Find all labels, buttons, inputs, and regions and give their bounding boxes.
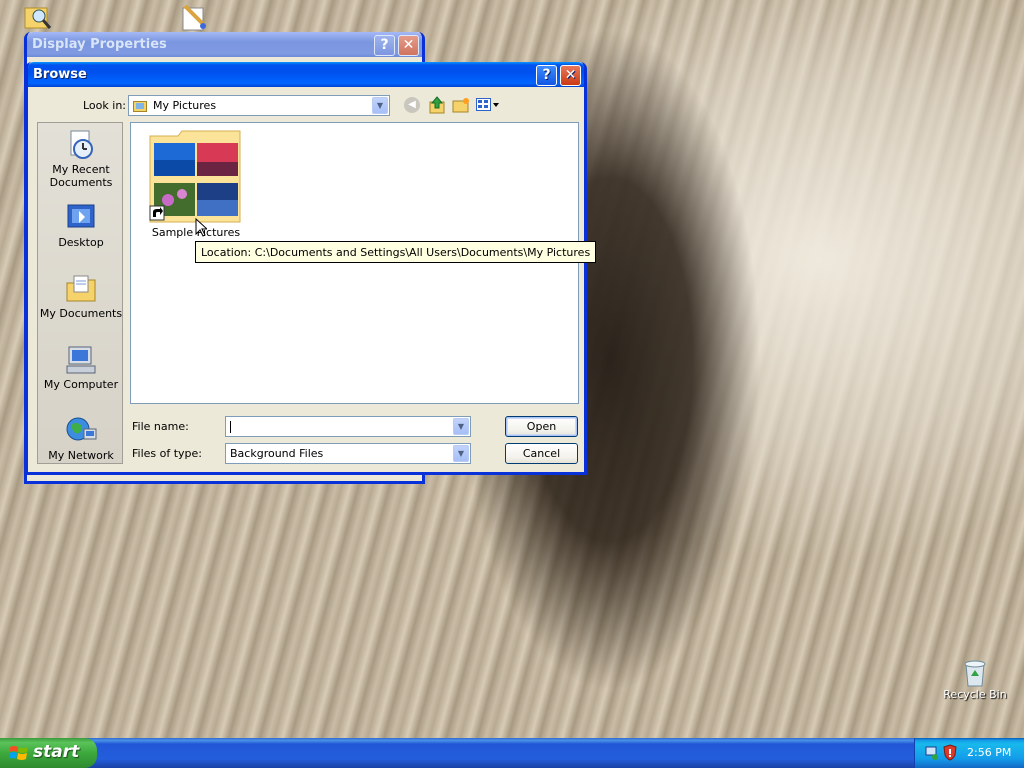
cancel-button[interactable]: Cancel <box>505 443 578 464</box>
look-in-dropdown[interactable]: My Pictures ▼ <box>128 95 390 116</box>
desktop-icon <box>67 204 95 228</box>
place-label: My Documents <box>39 307 123 320</box>
browse-titlebar[interactable]: Browse ? ✕ <box>28 62 584 87</box>
place-my-documents[interactable]: My Documents <box>38 273 124 320</box>
start-button[interactable]: start <box>0 738 97 768</box>
my-network-icon <box>66 417 97 441</box>
chevron-down-icon[interactable]: ▼ <box>453 445 469 462</box>
back-arrow-icon[interactable]: ◀ <box>404 97 420 113</box>
place-label: My Computer <box>43 378 119 391</box>
display-properties-close-button[interactable]: ✕ <box>398 35 419 56</box>
look-in-value: My Pictures <box>153 99 217 112</box>
my-pictures-icon <box>133 101 147 112</box>
file-list[interactable]: Sample Pictures <box>130 122 579 404</box>
network-status-icon[interactable] <box>925 745 939 761</box>
mouse-pointer-icon <box>195 218 207 237</box>
browse-title: Browse <box>33 67 87 82</box>
search-shortcut-icon[interactable] <box>22 4 54 32</box>
places-bar: My Recent Documents Desktop My Documents… <box>37 122 123 464</box>
files-of-type-value: Background Files <box>230 447 324 460</box>
text-cursor <box>230 421 231 433</box>
place-label-line2: Documents <box>49 176 113 189</box>
browse-help-button[interactable]: ? <box>536 65 557 86</box>
display-properties-help-button[interactable]: ? <box>374 35 395 56</box>
start-label: start <box>33 742 80 762</box>
open-button[interactable]: Open <box>505 416 578 437</box>
system-tray: 2:56 PM <box>914 738 1024 768</box>
file-name-input[interactable]: ▼ <box>225 416 471 437</box>
file-name-label: File name: <box>132 420 189 433</box>
windows-logo-icon <box>9 746 28 760</box>
security-shield-icon[interactable] <box>943 744 957 761</box>
display-properties-titlebar[interactable]: Display Properties ? ✕ <box>27 32 422 57</box>
chevron-down-icon[interactable]: ▼ <box>372 97 388 114</box>
new-folder-icon[interactable] <box>452 97 470 113</box>
recycle-bin-label: Recycle Bin <box>943 688 1007 701</box>
place-desktop[interactable]: Desktop <box>38 202 124 249</box>
display-properties-title: Display Properties <box>32 37 167 52</box>
place-label: My Network <box>48 449 114 462</box>
folder-shortcut-icon <box>149 130 241 223</box>
recycle-bin[interactable]: Recycle Bin <box>940 656 1010 701</box>
taskbar: start 2:56 PM <box>0 738 1024 768</box>
view-menu-icon[interactable] <box>476 98 500 112</box>
up-one-level-icon[interactable] <box>429 96 445 114</box>
place-label: My Recent <box>52 163 110 176</box>
place-my-computer[interactable]: My Computer <box>38 344 124 391</box>
my-computer-icon <box>66 346 96 374</box>
place-my-network[interactable]: My Network <box>38 415 124 462</box>
browse-close-button[interactable]: ✕ <box>560 65 581 86</box>
place-label: Desktop <box>58 236 104 249</box>
chevron-down-icon[interactable]: ▼ <box>453 418 469 435</box>
location-tooltip: Location: C:\Documents and Settings\All … <box>195 241 597 263</box>
place-my-recent-documents[interactable]: My Recent Documents <box>38 129 124 189</box>
files-of-type-label: Files of type: <box>132 447 203 460</box>
recycle-bin-icon <box>964 660 986 687</box>
paint-shortcut-icon[interactable] <box>178 2 210 32</box>
browse-dialog: Browse ? ✕ Look in: My Pictures ▼ ◀ My R… <box>25 62 587 475</box>
clock: 2:56 PM <box>967 746 1012 759</box>
my-documents-icon <box>66 275 96 302</box>
recent-documents-icon <box>70 130 93 159</box>
look-in-label: Look in: <box>83 99 126 112</box>
files-of-type-dropdown[interactable]: Background Files ▼ <box>225 443 471 464</box>
